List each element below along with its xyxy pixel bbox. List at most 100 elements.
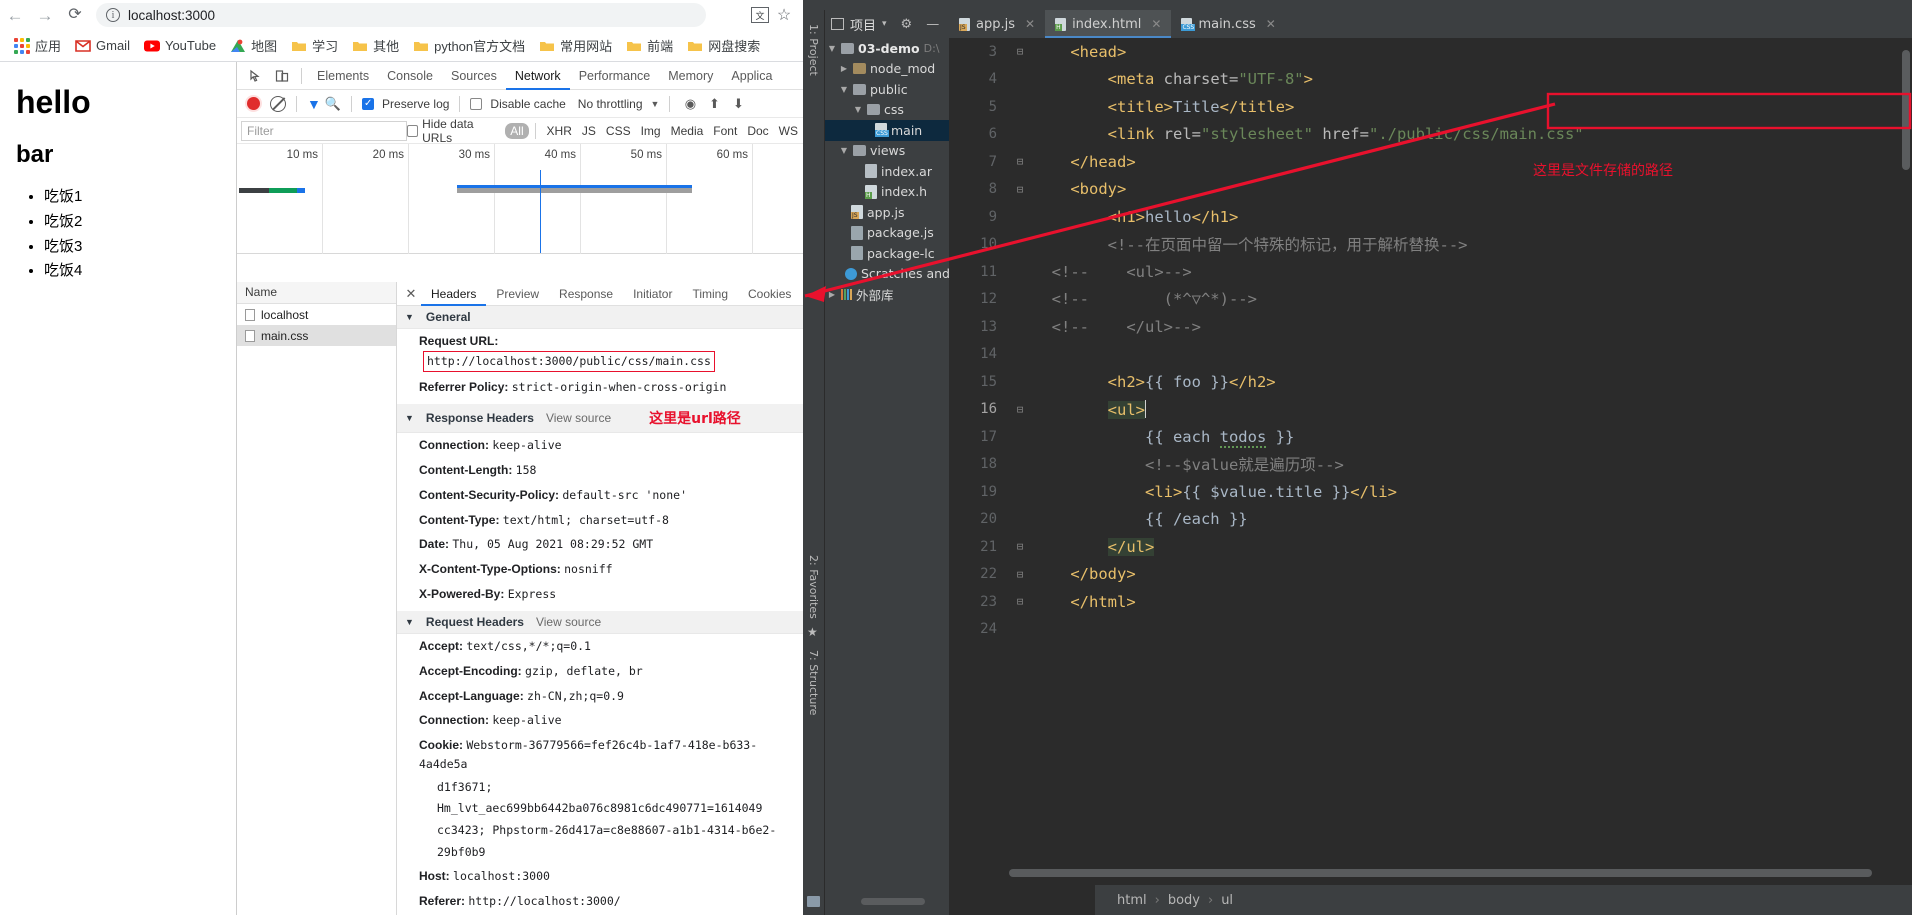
chevron-down-icon[interactable]: ▼ xyxy=(651,99,660,109)
section-response-headers[interactable]: ▼ Response Headers View source 这里是url路径 xyxy=(397,404,803,434)
twisty-icon[interactable]: ▼ xyxy=(853,105,863,114)
twisty-icon[interactable]: ▼ xyxy=(839,85,849,94)
filter-type-xhr[interactable]: XHR xyxy=(542,123,577,139)
breadcrumb-body[interactable]: body xyxy=(1168,893,1200,908)
tree-item-public[interactable]: ▼ public xyxy=(825,79,949,100)
close-icon[interactable]: ✕ xyxy=(1266,17,1276,31)
chevron-down-icon[interactable]: ▾ xyxy=(882,19,887,29)
bookmark-folder-4[interactable]: 常用网站 xyxy=(533,34,618,57)
filter-input[interactable]: Filter xyxy=(241,120,407,141)
section-general[interactable]: ▼ General xyxy=(397,306,803,329)
reload-icon[interactable]: ⟳ xyxy=(60,0,90,30)
forward-button[interactable]: → xyxy=(30,0,60,30)
code-line[interactable]: 8 ⊟ <body> xyxy=(949,176,1912,204)
detail-tab-timing[interactable]: Timing xyxy=(682,282,738,306)
tool-window-favorites[interactable]: 2: Favorites xyxy=(807,555,820,623)
fold-marker-icon[interactable]: ⊟ xyxy=(1007,568,1033,581)
bookmark-youtube[interactable]: YouTube xyxy=(138,36,222,56)
twisty-icon[interactable]: ▶ xyxy=(827,290,837,299)
import-har-icon[interactable]: ⬆ xyxy=(704,96,724,112)
back-button[interactable]: ← xyxy=(0,0,30,30)
fold-marker-icon[interactable]: ⊟ xyxy=(1007,595,1033,608)
code-line[interactable]: 21 ⊟ </ul> xyxy=(949,533,1912,561)
twisty-icon[interactable]: ▼ xyxy=(839,146,849,155)
detail-tab-initiator[interactable]: Initiator xyxy=(623,282,682,306)
tab-sources[interactable]: Sources xyxy=(442,62,506,90)
tree-item-css[interactable]: ▼ css xyxy=(825,100,949,121)
code-line[interactable]: 14 xyxy=(949,341,1912,369)
close-icon[interactable]: ✕ xyxy=(1151,17,1161,31)
filter-type-ws[interactable]: WS xyxy=(774,123,803,139)
filter-type-img[interactable]: Img xyxy=(636,123,666,139)
network-conditions-icon[interactable]: ◉ xyxy=(680,96,700,112)
code-line[interactable]: 11 <!-- <ul>--> xyxy=(949,258,1912,286)
tree-item-node-modules[interactable]: ▶ node_mod xyxy=(825,59,949,80)
tree-item-package-json[interactable]: package.js xyxy=(825,223,949,244)
code-line[interactable]: 23 ⊟ </html> xyxy=(949,588,1912,616)
column-header-name[interactable]: Name xyxy=(237,282,396,304)
tree-item-scratches[interactable]: Scratches and xyxy=(825,264,949,285)
bookmark-folder-3[interactable]: python官方文档 xyxy=(407,34,531,57)
bookmark-folder-1[interactable]: 学习 xyxy=(285,34,344,57)
fold-marker-icon[interactable]: ⊟ xyxy=(1007,403,1033,416)
vertical-scrollbar[interactable] xyxy=(1902,50,1910,170)
editor-tab-index-html[interactable]: H index.html ✕ xyxy=(1045,10,1172,38)
detail-tab-cookies[interactable]: Cookies xyxy=(738,282,801,306)
bookmark-apps[interactable]: 应用 xyxy=(8,34,67,57)
minimize-icon[interactable]: — xyxy=(926,17,939,32)
favorites-star-icon[interactable]: ★ xyxy=(807,625,818,639)
filter-type-js[interactable]: JS xyxy=(577,123,601,139)
code-line[interactable]: 10 <!--在页面中留一个特殊的标记，用于解析替换--> xyxy=(949,231,1912,259)
translate-icon[interactable]: 文 xyxy=(751,7,769,23)
view-source-link[interactable]: View source xyxy=(536,615,601,629)
clear-icon[interactable] xyxy=(270,95,286,112)
filter-type-font[interactable]: Font xyxy=(708,123,742,139)
funnel-icon[interactable]: ▼ xyxy=(307,96,321,112)
code-line[interactable]: 15 <h2>{{ foo }}</h2> xyxy=(949,368,1912,396)
tab-memory[interactable]: Memory xyxy=(659,62,722,90)
tree-item-views[interactable]: ▼ views xyxy=(825,141,949,162)
filter-type-doc[interactable]: Doc xyxy=(742,123,773,139)
table-row[interactable]: main.css xyxy=(237,325,396,346)
tree-item-package-lock[interactable]: package-lc xyxy=(825,243,949,264)
code-line[interactable]: 17 {{ each todos }} xyxy=(949,423,1912,451)
filter-type-media[interactable]: Media xyxy=(666,123,709,139)
tree-item-app-js[interactable]: JS app.js xyxy=(825,202,949,223)
device-toolbar-icon[interactable] xyxy=(269,63,295,89)
view-source-link[interactable]: View source xyxy=(546,411,611,425)
preserve-log-checkbox[interactable] xyxy=(362,97,375,110)
site-info-icon[interactable]: i xyxy=(106,8,120,22)
code-line[interactable]: 20 {{ /each }} xyxy=(949,506,1912,534)
disable-cache-checkbox[interactable] xyxy=(470,97,483,110)
code-line[interactable]: 5 <title>Title</title> xyxy=(949,93,1912,121)
tab-performance[interactable]: Performance xyxy=(570,62,660,90)
hide-data-urls-checkbox[interactable] xyxy=(406,124,419,137)
tab-application[interactable]: Applica xyxy=(722,62,781,90)
code-line[interactable]: 7 ⊟ </head> xyxy=(949,148,1912,176)
record-icon[interactable] xyxy=(247,97,260,110)
project-view-icon[interactable] xyxy=(831,18,844,30)
editor-tab-main-css[interactable]: CSS main.css ✕ xyxy=(1171,10,1286,38)
breadcrumb-html[interactable]: html xyxy=(1117,893,1147,908)
detail-tab-preview[interactable]: Preview xyxy=(486,282,549,306)
tree-item-index-html[interactable]: H index.h xyxy=(825,182,949,203)
tab-elements[interactable]: Elements xyxy=(308,62,378,90)
detail-tab-headers[interactable]: Headers xyxy=(421,282,486,306)
close-icon[interactable]: ✕ xyxy=(401,286,421,302)
export-har-icon[interactable]: ⬇ xyxy=(728,96,748,112)
editor-horizontal-scrollbar[interactable] xyxy=(1009,869,1872,877)
throttling-select[interactable]: No throttling xyxy=(578,97,643,111)
detail-tab-response[interactable]: Response xyxy=(549,282,623,306)
network-timeline[interactable]: 10 ms 20 ms 30 ms 40 ms 50 ms 60 ms xyxy=(237,144,803,254)
bookmark-maps[interactable]: 地图 xyxy=(224,34,283,57)
code-line[interactable]: 18 <!--$value就是遍历项--> xyxy=(949,451,1912,479)
filter-type-all[interactable]: All xyxy=(505,122,529,139)
code-line[interactable]: 24 xyxy=(949,616,1912,644)
tool-window-structure[interactable]: 7: Structure xyxy=(807,650,820,719)
code-line[interactable]: 19 <li>{{ $value.title }}</li> xyxy=(949,478,1912,506)
bookmark-folder-6[interactable]: 网盘搜索 xyxy=(681,34,766,57)
code-line[interactable]: 16 ⊟ <ul> xyxy=(949,396,1912,424)
filter-type-css[interactable]: CSS xyxy=(601,123,636,139)
code-editor[interactable]: 3 ⊟ <head> 4 <meta charset="UTF-8"> 5 <titl… xyxy=(949,38,1912,857)
horizontal-scrollbar[interactable] xyxy=(861,898,925,905)
